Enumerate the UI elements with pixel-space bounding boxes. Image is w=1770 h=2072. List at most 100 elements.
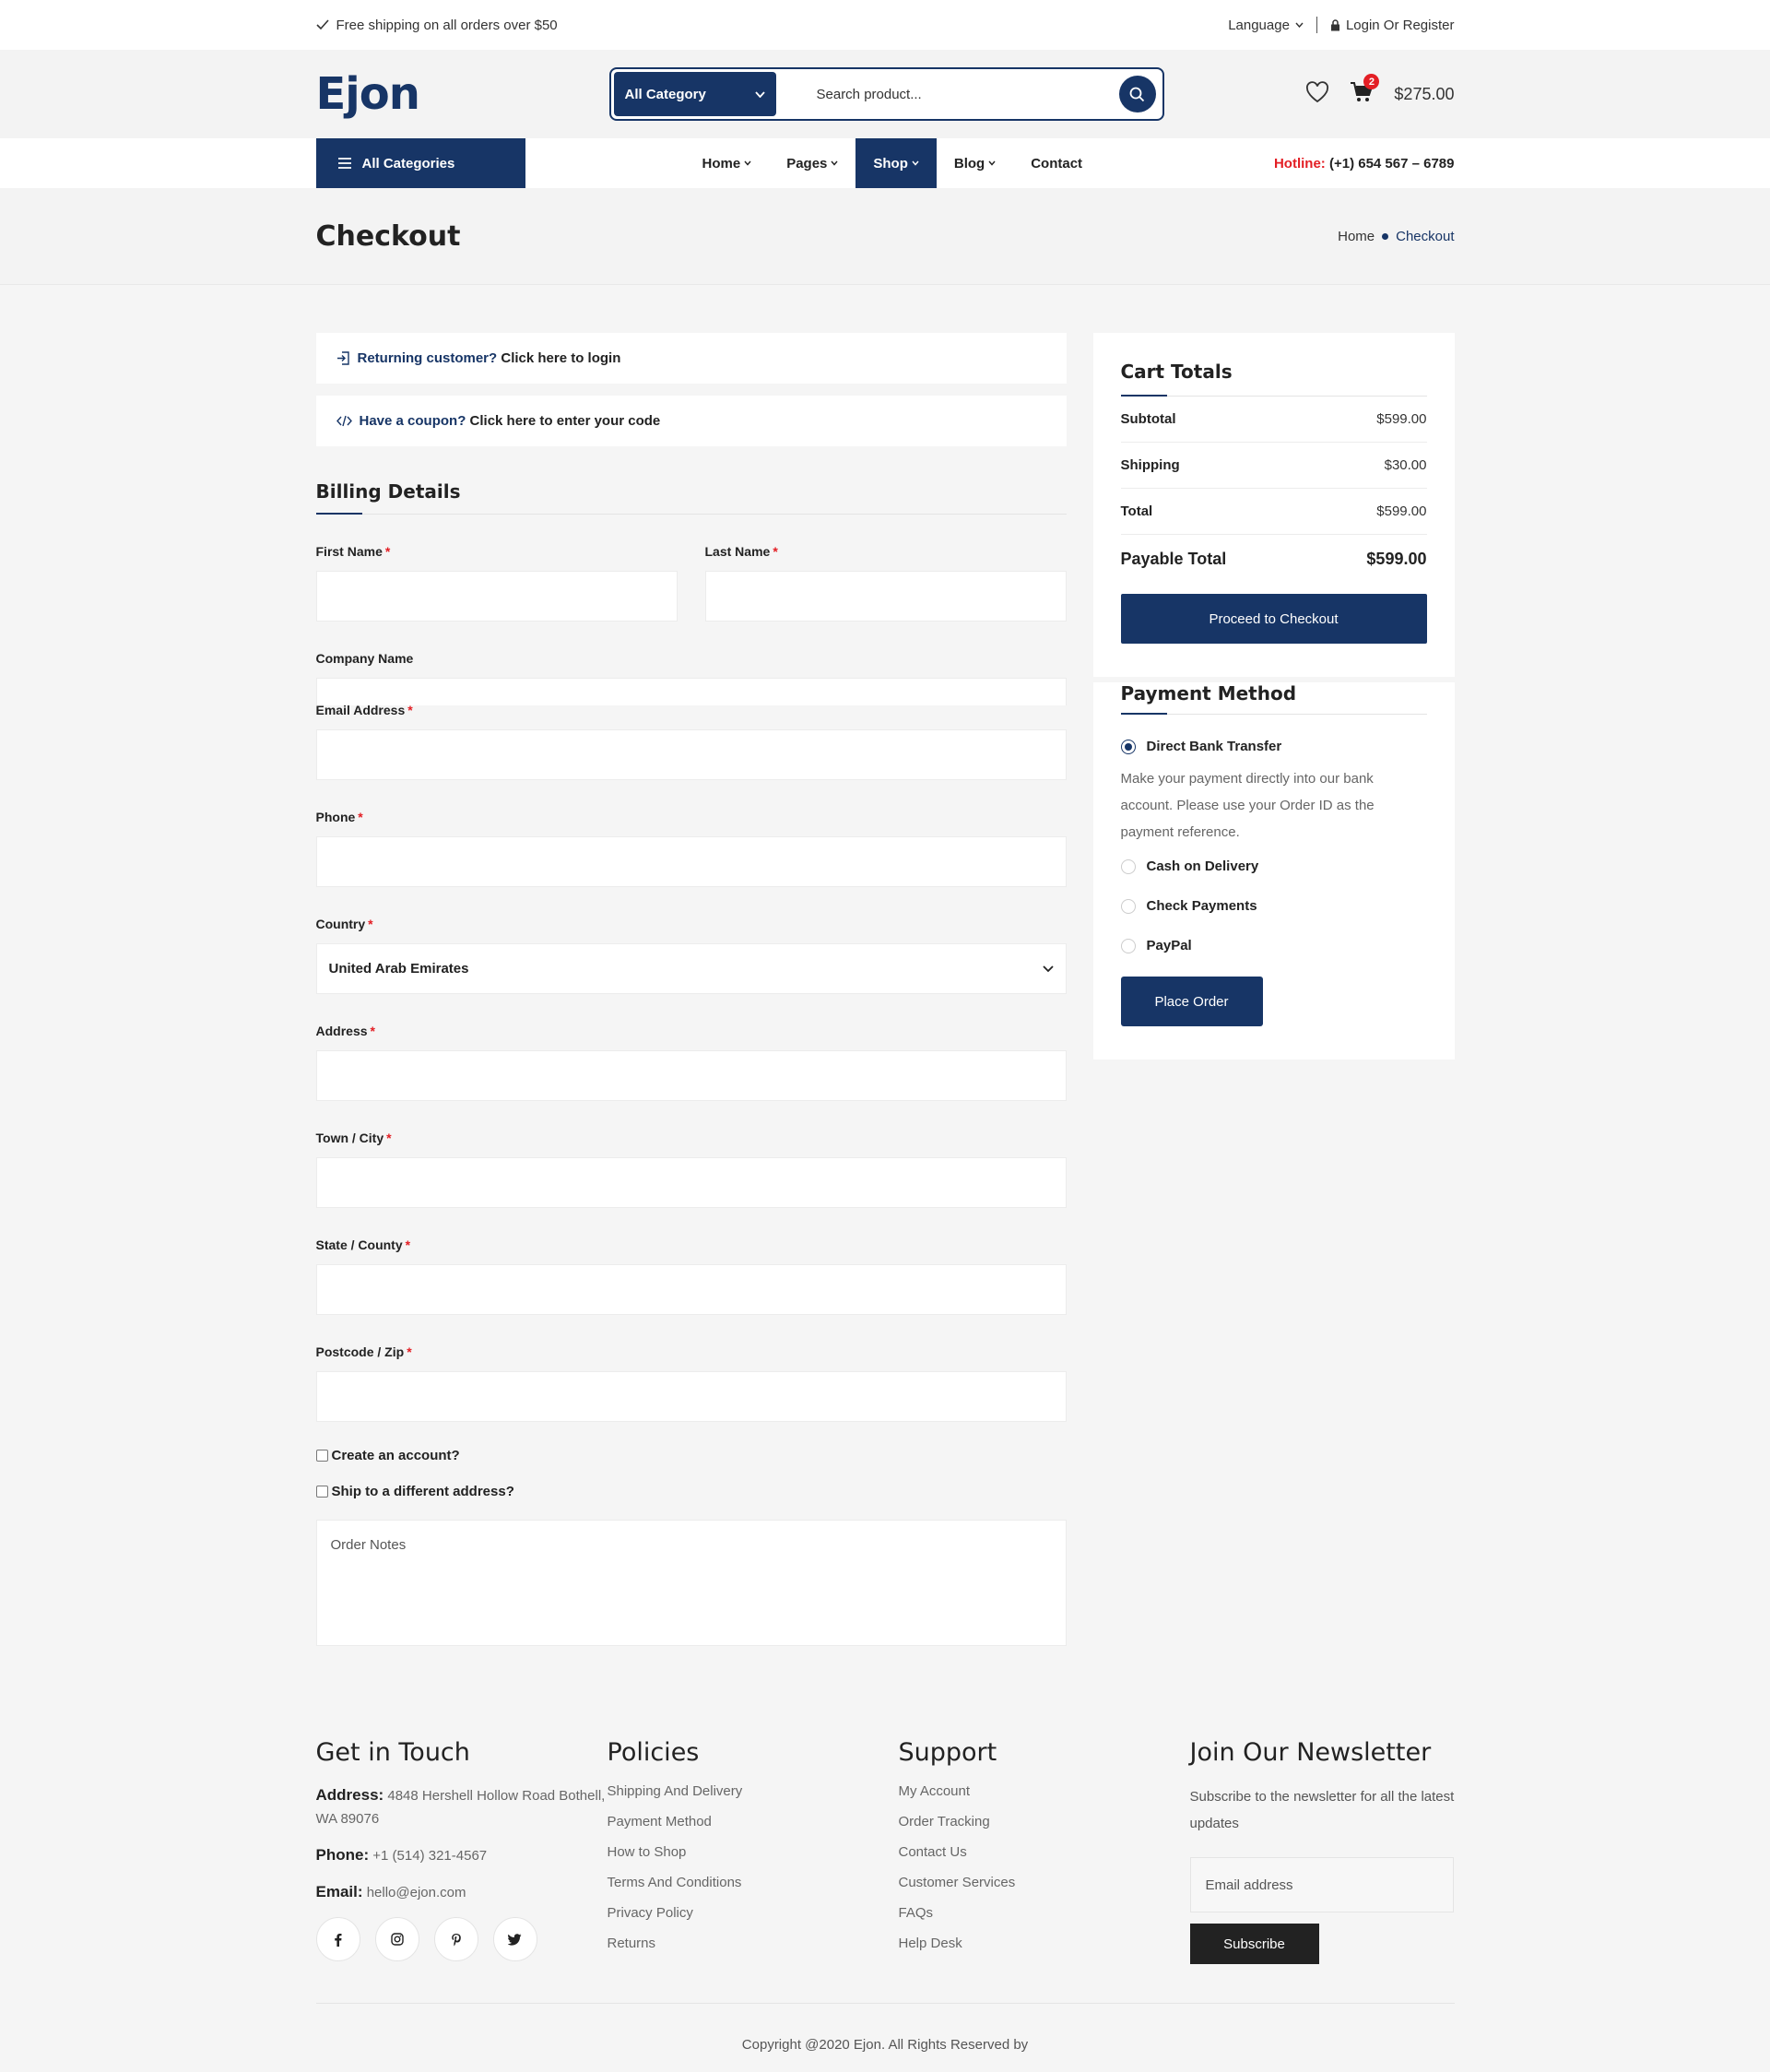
nav-pages[interactable]: Pages	[769, 138, 856, 188]
newsletter-email-input[interactable]: Email address	[1189, 1857, 1454, 1912]
footer-link[interactable]: Returns	[608, 1936, 899, 1951]
payment-option-bank[interactable]: Direct Bank Transfer	[1120, 739, 1427, 754]
radio[interactable]	[1120, 938, 1136, 953]
footer-link[interactable]: Help Desk	[899, 1936, 1190, 1951]
logo[interactable]: Ejon	[316, 68, 609, 120]
divider	[315, 513, 1067, 515]
footer-link[interactable]: Terms And Conditions	[608, 1875, 899, 1890]
phone-label: Phone *	[315, 810, 363, 824]
payment-option-check[interactable]: Check Payments	[1120, 898, 1427, 914]
footer-link[interactable]: My Account	[899, 1783, 1190, 1799]
shipping-notice: Free shipping on all orders over $50	[336, 17, 558, 33]
login-register-link[interactable]: Login Or Register	[1330, 18, 1455, 33]
cart-totals-box: Cart Totals Subtotal $599.00 Shipping $30.…	[1092, 333, 1455, 677]
footer: Get in Touch Address: 4848 Hershell Holl…	[0, 1692, 1770, 2072]
menu-icon	[337, 158, 351, 169]
footer-link[interactable]: Privacy Policy	[608, 1905, 899, 1921]
nav-shop[interactable]: Shop	[856, 138, 937, 188]
footer-link[interactable]: How to Shop	[608, 1844, 899, 1860]
payment-method-box: Payment Method Direct Bank Transfer Make…	[1092, 682, 1455, 1060]
search-icon	[1129, 87, 1145, 101]
payable-total-row: Payable Total $599.00	[1120, 549, 1427, 568]
nav-contact[interactable]: Contact	[1013, 138, 1100, 188]
returning-customer-notice[interactable]: Returning customer? Click here to login	[315, 333, 1067, 384]
cart-total: $275.00	[1394, 84, 1455, 103]
checkbox-box[interactable]	[315, 1486, 328, 1498]
footer-link[interactable]: Order Tracking	[899, 1814, 1190, 1829]
footer-link[interactable]: Customer Services	[899, 1875, 1190, 1890]
radio-selected[interactable]	[1120, 739, 1136, 754]
country-label: Country *	[315, 917, 373, 931]
coupon-notice[interactable]: Have a coupon? Click here to enter your …	[315, 396, 1067, 446]
payment-method-title: Payment Method	[1120, 682, 1297, 704]
cart-count-badge: 2	[1363, 74, 1380, 89]
cart-button[interactable]: 2	[1350, 74, 1380, 107]
proceed-checkout-button[interactable]: Proceed to Checkout	[1120, 594, 1427, 644]
town-label: Town / City *	[315, 1131, 392, 1145]
ship-different-checkbox[interactable]: Ship to a different address?	[315, 1484, 1067, 1499]
wishlist-button[interactable]	[1305, 81, 1329, 107]
postcode-field[interactable]	[315, 1371, 1067, 1422]
top-bar: Free shipping on all orders over $50 Lan…	[0, 0, 1770, 50]
footer-link[interactable]: Contact Us	[899, 1844, 1190, 1860]
hotline: Hotline: (+1) 654 567 – 6789	[1273, 155, 1455, 172]
twitter-icon[interactable]	[492, 1917, 537, 1961]
footer-support-title: Support	[898, 1738, 997, 1767]
pinterest-icon[interactable]	[433, 1917, 478, 1961]
footer-link[interactable]: Payment Method	[608, 1814, 899, 1829]
radio[interactable]	[1120, 858, 1136, 874]
divider	[1120, 713, 1427, 715]
checkbox-box[interactable]	[315, 1450, 328, 1462]
language-selector[interactable]: Language	[1228, 18, 1304, 33]
page-title-bar: Checkout Home Checkout	[0, 188, 1770, 285]
create-account-checkbox[interactable]: Create an account?	[315, 1448, 1067, 1463]
chevron-down-icon	[744, 160, 751, 166]
cart-totals-title: Cart Totals	[1120, 361, 1233, 383]
search-category-select[interactable]: All Category	[613, 72, 776, 116]
billing-title: Billing Details	[315, 480, 461, 503]
first-name-label: First Name *	[315, 544, 391, 559]
billing-column: Returning customer? Click here to login …	[315, 333, 1067, 1646]
company-field[interactable]	[315, 678, 1067, 705]
search-button[interactable]	[1118, 76, 1156, 112]
footer-email: Email: hello@ejon.com	[315, 1883, 466, 1900]
first-name-field[interactable]	[315, 571, 678, 622]
address-label: Address *	[315, 1024, 375, 1038]
email-field[interactable]	[315, 729, 1067, 780]
order-notes-textarea[interactable]: Order Notes	[315, 1520, 1067, 1646]
subscribe-button[interactable]: Subscribe	[1189, 1924, 1319, 1964]
phone-field[interactable]	[315, 836, 1067, 887]
login-icon	[336, 351, 349, 365]
payment-description: Make your payment directly into our bank…	[1120, 771, 1375, 840]
breadcrumb-home[interactable]: Home	[1338, 229, 1375, 244]
address-field[interactable]	[315, 1050, 1067, 1101]
payment-option-paypal[interactable]: PayPal	[1120, 938, 1427, 953]
last-name-field[interactable]	[704, 571, 1067, 622]
page-title: Checkout	[315, 220, 461, 253]
chevron-down-icon	[1042, 965, 1054, 972]
nav-home[interactable]: Home	[685, 138, 770, 188]
state-field[interactable]	[315, 1264, 1067, 1315]
footer-link[interactable]: FAQs	[899, 1905, 1190, 1921]
footer-contact: Get in Touch Address: 4848 Hershell Holl…	[315, 1738, 608, 1966]
email-label: Email Address *	[315, 703, 413, 717]
place-order-button[interactable]: Place Order	[1120, 977, 1263, 1026]
payment-option-cod[interactable]: Cash on Delivery	[1120, 858, 1427, 874]
footer-support: Support My Account Order Tracking Contac…	[899, 1738, 1190, 1966]
instagram-icon[interactable]	[374, 1917, 419, 1961]
nav-blog[interactable]: Blog	[937, 138, 1013, 188]
facebook-icon[interactable]	[315, 1917, 360, 1961]
footer-newsletter-title: Join Our Newsletter	[1189, 1738, 1432, 1767]
radio[interactable]	[1120, 898, 1136, 914]
town-field[interactable]	[315, 1157, 1067, 1208]
checkout-main: Returning customer? Click here to login …	[0, 285, 1770, 1646]
country-select[interactable]: United Arab Emirates	[315, 943, 1067, 994]
chevron-down-icon	[912, 160, 919, 166]
company-label: Company Name	[315, 651, 414, 666]
search-input[interactable]: Search product...	[776, 87, 1119, 102]
footer-phone: Phone: +1 (514) 321-4567	[315, 1846, 488, 1864]
nav-menu: Home Pages Shop Blog Contact	[685, 138, 1101, 188]
hotline-number[interactable]: (+1) 654 567 – 6789	[1329, 156, 1455, 172]
footer-link[interactable]: Shipping And Delivery	[608, 1783, 899, 1799]
all-categories-button[interactable]: All Categories	[315, 138, 525, 188]
